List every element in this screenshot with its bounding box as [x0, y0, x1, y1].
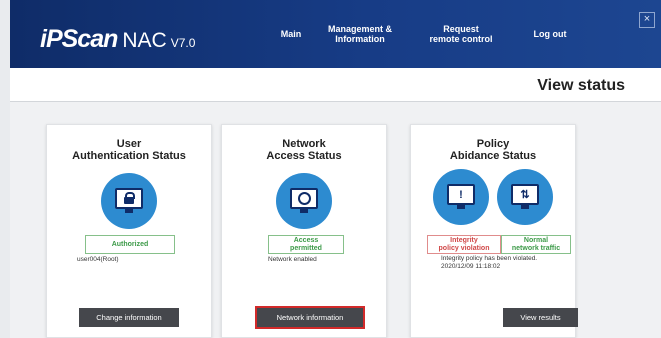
network-access-card: Network Access Status Access permitted N… — [221, 124, 387, 338]
nav-log-out[interactable]: Log out — [520, 0, 580, 68]
warning-icon: ! — [433, 169, 489, 225]
card-title: User Authentication Status — [72, 138, 186, 162]
policy-abidance-card: Policy Abidance Status ! ⇅ Integrity pol… — [410, 124, 578, 338]
network-traffic-badge: Normal network traffic — [501, 235, 571, 254]
nav-request-remote-control[interactable]: Request remote control — [415, 0, 507, 68]
top-navigation-bar: iPScan NAC V7.0 Main Management & Informat… — [10, 0, 661, 68]
nac-window: iPScan NAC V7.0 Main Management & Informat… — [10, 0, 661, 338]
change-information-button[interactable]: Change information — [79, 308, 179, 327]
nav-main[interactable]: Main — [271, 0, 311, 68]
page-title: View status — [537, 77, 625, 94]
status-content: User Authentication Status Authorized us… — [10, 102, 661, 338]
policy-violation-timestamp: 2020/12/09 11:18:02 — [441, 263, 501, 270]
card-title: Policy Abidance Status — [449, 138, 537, 162]
network-information-button[interactable]: Network information — [255, 306, 365, 329]
brand-name: iPScan — [40, 25, 118, 53]
policy-violation-text: Integrity policy has been violated. — [441, 255, 538, 262]
integrity-violation-badge: Integrity policy violation — [427, 235, 501, 254]
nav-management-information[interactable]: Management & Information — [319, 0, 401, 68]
view-results-button[interactable]: View results — [503, 308, 578, 327]
traffic-icon: ⇅ — [497, 169, 553, 225]
brand-product: NAC — [122, 29, 167, 52]
close-icon[interactable]: × — [639, 12, 655, 28]
network-state-text: Network enabled — [268, 256, 317, 263]
user-account-text: user004(Root) — [77, 256, 119, 263]
user-authentication-card: User Authentication Status Authorized us… — [46, 124, 212, 338]
network-access-badge: Access permitted — [268, 235, 344, 254]
network-monitor-icon — [276, 173, 332, 229]
authentication-status-badge: Authorized — [85, 235, 175, 254]
brand-version: V7.0 — [170, 36, 196, 50]
card-title: Network Access Status — [266, 138, 342, 162]
lock-icon — [101, 173, 157, 229]
brand-logo: iPScan NAC V7.0 — [40, 25, 195, 54]
